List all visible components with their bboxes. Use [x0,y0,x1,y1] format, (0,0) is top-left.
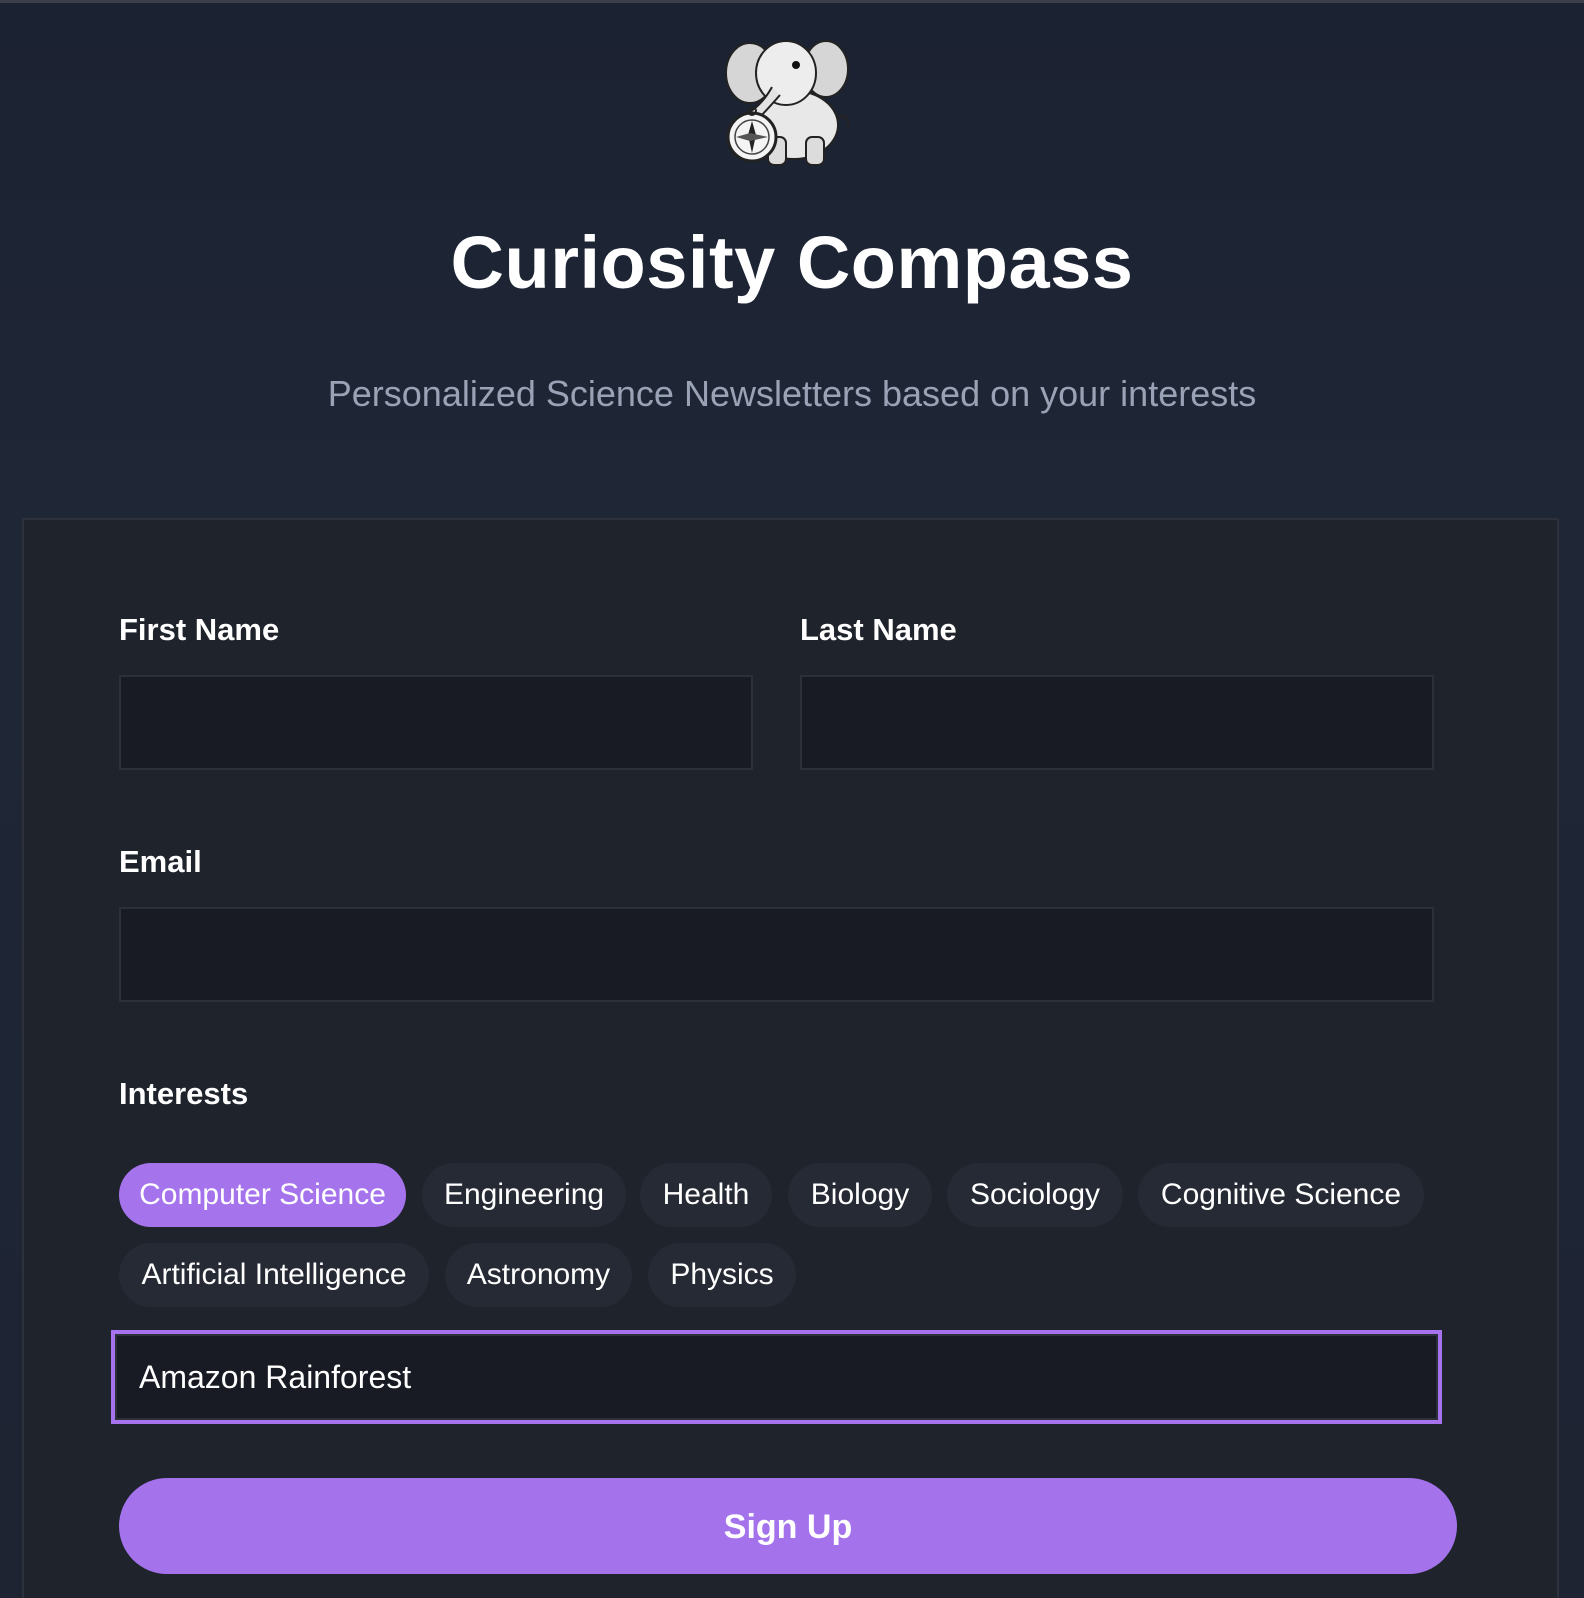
email-input[interactable] [119,907,1434,1002]
interest-chip-biology[interactable]: Biology [788,1163,932,1227]
first-name-label: First Name [119,612,280,647]
interest-chip-cognitive-science[interactable]: Cognitive Science [1138,1163,1424,1227]
last-name-input[interactable] [800,675,1434,770]
interest-chip-sociology[interactable]: Sociology [947,1163,1123,1227]
interest-chip-physics[interactable]: Physics [648,1243,796,1307]
interests-label: Interests [119,1076,249,1111]
interest-chip-artificial-intelligence[interactable]: Artificial Intelligence [119,1243,429,1307]
signup-form-card: First Name Last Name Email Interests Com… [22,518,1559,1598]
page-subtitle: Personalized Science Newsletters based o… [327,373,1257,414]
interest-chip-engineering[interactable]: Engineering [422,1163,626,1227]
interest-chip-astronomy[interactable]: Astronomy [445,1243,632,1307]
first-name-input[interactable] [119,675,753,770]
custom-interest-input[interactable] [111,1330,1442,1424]
signup-page: Curiosity Compass Personalized Science N… [0,0,1584,1598]
page-title: Curiosity Compass [450,221,1134,304]
interest-chip-health[interactable]: Health [640,1163,772,1227]
sign-up-button[interactable]: Sign Up [119,1478,1457,1574]
interest-chip-computer-science[interactable]: Computer Science [119,1163,406,1227]
last-name-label: Last Name [800,612,957,647]
email-label: Email [119,844,202,879]
elephant-logo-icon [702,25,872,175]
